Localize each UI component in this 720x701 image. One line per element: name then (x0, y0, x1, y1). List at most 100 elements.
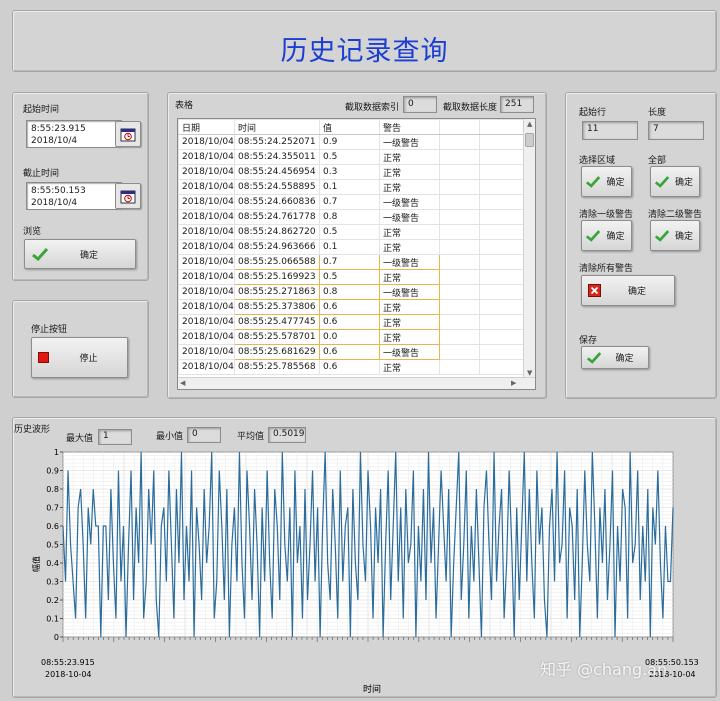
save-button[interactable]: 确定 (581, 346, 649, 369)
cell-warning[interactable]: 正常 (379, 299, 440, 315)
cell-empty[interactable] (479, 284, 525, 300)
cell-time[interactable]: 08:55:25.477745 (234, 314, 320, 330)
cell-time[interactable]: 08:55:25.271863 (234, 284, 320, 300)
cell-empty[interactable] (479, 224, 525, 240)
table-row[interactable]: 2018/10/04 08:55:25.681629 0.6 一级警告 (178, 344, 525, 360)
table-row[interactable]: 2018/10/04 08:55:25.373806 0.6 正常 (178, 299, 525, 315)
scroll-right-arrow-icon[interactable]: ▶ (511, 379, 516, 387)
cell-value[interactable]: 0.6 (319, 314, 380, 330)
cell-date[interactable]: 2018/10/04 (178, 239, 235, 255)
table-vertical-scrollbar[interactable]: ▲ ▼ (523, 119, 535, 378)
cell-warning[interactable]: 一级警告 (379, 344, 440, 360)
table-horizontal-scrollbar[interactable]: ◀ ▶ (178, 377, 535, 389)
cell-date[interactable]: 2018/10/04 (178, 299, 235, 315)
table-row[interactable]: 2018/10/04 08:55:25.578701 0.0 正常 (178, 329, 525, 345)
table-row[interactable]: 2018/10/04 08:55:24.558895 0.1 正常 (178, 179, 525, 195)
cell-time[interactable]: 08:55:24.252071 (234, 134, 320, 150)
cell-value[interactable]: 0.6 (319, 359, 380, 375)
cell-value[interactable]: 0.5 (319, 224, 380, 240)
cell-empty[interactable] (439, 359, 480, 375)
table-row[interactable]: 2018/10/04 08:55:25.477745 0.6 正常 (178, 314, 525, 330)
cell-empty[interactable] (439, 299, 480, 315)
cell-empty[interactable] (479, 209, 525, 225)
cell-warning[interactable]: 一级警告 (379, 134, 440, 150)
cell-value[interactable]: 0.6 (319, 299, 380, 315)
cell-date[interactable]: 2018/10/04 (178, 194, 235, 210)
cell-time[interactable]: 08:55:24.456954 (234, 164, 320, 180)
cell-empty[interactable] (439, 149, 480, 165)
cell-date[interactable]: 2018/10/04 (178, 149, 235, 165)
cell-date[interactable]: 2018/10/04 (178, 224, 235, 240)
cell-empty[interactable] (439, 269, 480, 285)
cell-empty[interactable] (439, 164, 480, 180)
cell-value[interactable]: 0.8 (319, 209, 380, 225)
select-region-button[interactable]: 确定 (581, 166, 632, 197)
cell-value[interactable]: 0.1 (319, 239, 380, 255)
cell-value[interactable]: 0.0 (319, 329, 380, 345)
cell-empty[interactable] (479, 134, 525, 150)
cell-time[interactable]: 08:55:25.785568 (234, 359, 320, 375)
cell-time[interactable]: 08:55:24.963666 (234, 239, 320, 255)
cell-value[interactable]: 0.3 (319, 164, 380, 180)
table-row[interactable]: 2018/10/04 08:55:25.271863 0.8 一级警告 (178, 284, 525, 300)
cell-date[interactable]: 2018/10/04 (178, 164, 235, 180)
table-row[interactable]: 2018/10/04 08:55:24.355011 0.5 正常 (178, 149, 525, 165)
cell-time[interactable]: 08:55:24.558895 (234, 179, 320, 195)
cell-empty[interactable] (439, 284, 480, 300)
cell-empty[interactable] (479, 314, 525, 330)
cell-value[interactable]: 0.6 (319, 344, 380, 360)
scroll-down-arrow-icon[interactable]: ▼ (527, 369, 532, 377)
cell-empty[interactable] (439, 254, 480, 270)
stop-button[interactable]: 停止 (31, 337, 128, 378)
table-row[interactable]: 2018/10/04 08:55:24.963666 0.1 正常 (178, 239, 525, 255)
cell-warning[interactable]: 正常 (379, 224, 440, 240)
cell-empty[interactable] (479, 239, 525, 255)
cell-empty[interactable] (479, 254, 525, 270)
cell-empty[interactable] (479, 299, 525, 315)
cell-empty[interactable] (439, 239, 480, 255)
cell-warning[interactable]: 一级警告 (379, 254, 440, 270)
table-row[interactable]: 2018/10/04 08:55:24.761778 0.8 一级警告 (178, 209, 525, 225)
cell-empty[interactable] (479, 179, 525, 195)
cell-value[interactable]: 0.9 (319, 134, 380, 150)
cell-warning[interactable]: 正常 (379, 179, 440, 195)
cell-empty[interactable] (479, 164, 525, 180)
scroll-up-arrow-icon[interactable]: ▲ (527, 120, 532, 128)
cell-time[interactable]: 08:55:25.066588 (234, 254, 320, 270)
table-row[interactable]: 2018/10/04 08:55:25.785568 0.6 正常 (178, 359, 525, 375)
cell-empty[interactable] (479, 329, 525, 345)
cell-date[interactable]: 2018/10/04 (178, 329, 235, 345)
cell-empty[interactable] (479, 269, 525, 285)
column-header-warning[interactable]: 警告 (379, 119, 440, 135)
cell-warning[interactable]: 正常 (379, 149, 440, 165)
cell-value[interactable]: 0.5 (319, 269, 380, 285)
cell-warning[interactable]: 正常 (379, 359, 440, 375)
column-header-value[interactable]: 值 (319, 119, 380, 135)
cell-date[interactable]: 2018/10/04 (178, 344, 235, 360)
table-row[interactable]: 2018/10/04 08:55:24.660836 0.7 一级警告 (178, 194, 525, 210)
cell-value[interactable]: 0.5 (319, 149, 380, 165)
cell-time[interactable]: 08:55:24.355011 (234, 149, 320, 165)
end-time-picker-button[interactable] (115, 183, 141, 209)
cell-date[interactable]: 2018/10/04 (178, 284, 235, 300)
cell-date[interactable]: 2018/10/04 (178, 254, 235, 270)
cell-time[interactable]: 08:55:24.660836 (234, 194, 320, 210)
cell-warning[interactable]: 正常 (379, 314, 440, 330)
scroll-left-arrow-icon[interactable]: ◀ (180, 379, 185, 387)
cell-value[interactable]: 0.8 (319, 284, 380, 300)
cell-time[interactable]: 08:55:24.862720 (234, 224, 320, 240)
cell-time[interactable]: 08:55:25.169923 (234, 269, 320, 285)
column-header-time[interactable]: 时间 (234, 119, 320, 135)
select-all-button[interactable]: 确定 (650, 166, 700, 197)
cell-value[interactable]: 0.1 (319, 179, 380, 195)
cell-warning[interactable]: 一级警告 (379, 209, 440, 225)
cell-time[interactable]: 08:55:25.681629 (234, 344, 320, 360)
cell-value[interactable]: 0.7 (319, 254, 380, 270)
cell-time[interactable]: 08:55:24.761778 (234, 209, 320, 225)
cell-value[interactable]: 0.7 (319, 194, 380, 210)
cell-date[interactable]: 2018/10/04 (178, 314, 235, 330)
table-row[interactable]: 2018/10/04 08:55:24.862720 0.5 正常 (178, 224, 525, 240)
cell-empty[interactable] (439, 194, 480, 210)
cell-empty[interactable] (479, 359, 525, 375)
cell-date[interactable]: 2018/10/04 (178, 269, 235, 285)
